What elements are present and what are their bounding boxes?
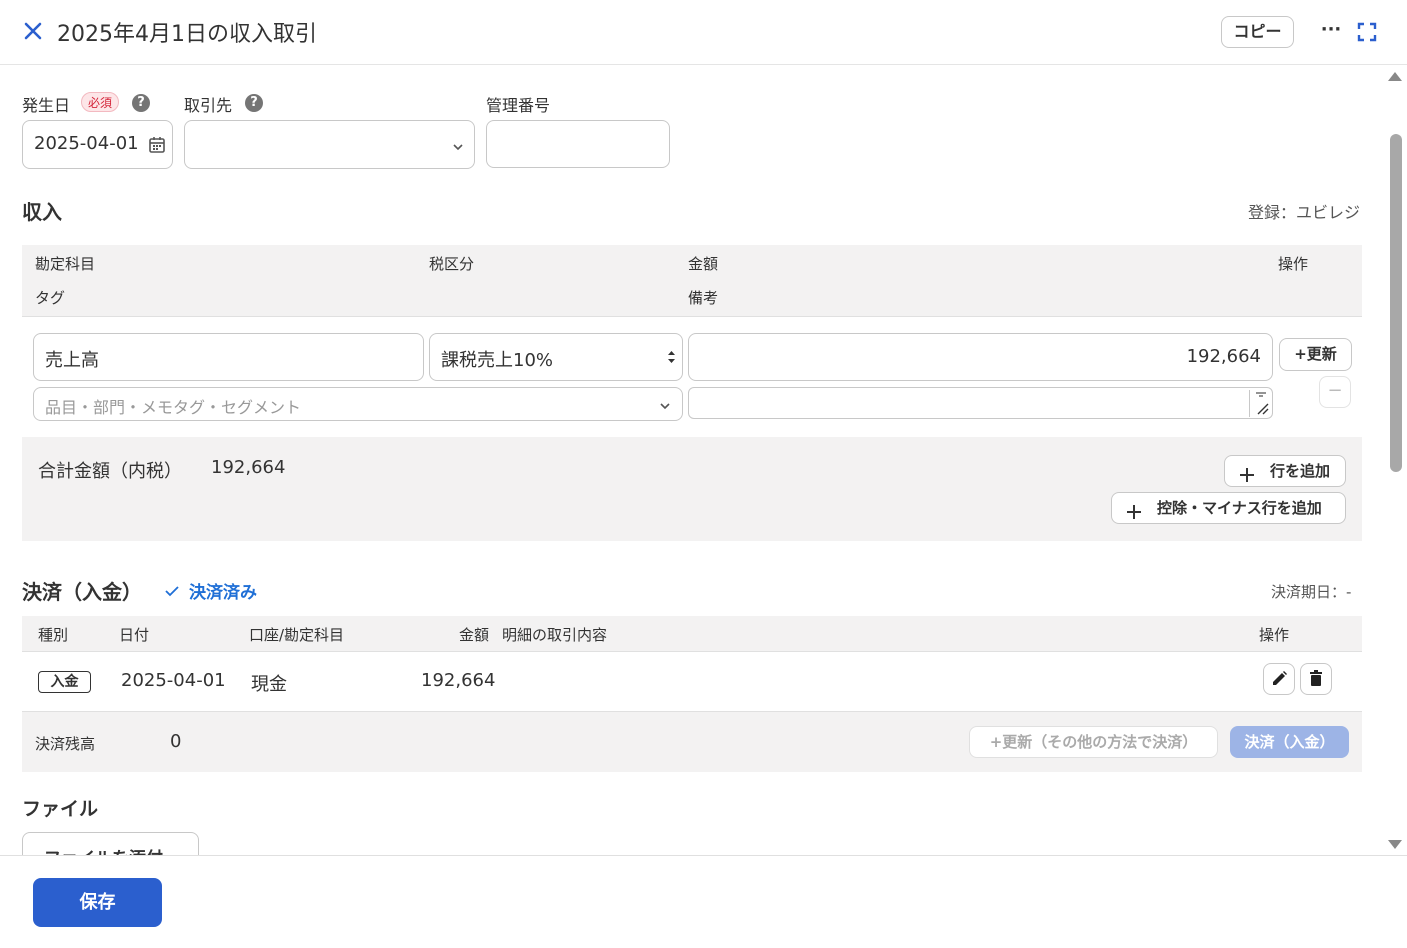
check-icon bbox=[165, 586, 179, 597]
ref-number-input[interactable] bbox=[486, 120, 670, 168]
partner-select[interactable] bbox=[184, 120, 475, 169]
col-tax: 税区分 bbox=[429, 255, 475, 273]
table-row: 入金 2025-04-01 現金 192,664 bbox=[22, 652, 1362, 712]
chevron-down-icon bbox=[658, 398, 672, 417]
date-value: 2025-04-01 bbox=[34, 133, 139, 154]
add-row-button[interactable]: 行を追加 bbox=[1224, 455, 1346, 487]
update-other-method-button[interactable]: +更新（その他の方法で決済） bbox=[969, 726, 1218, 758]
row-account: 現金 bbox=[251, 674, 287, 695]
row-amount: 192,664 bbox=[421, 670, 496, 691]
col-amount: 金額 bbox=[688, 255, 719, 273]
expand-icon[interactable] bbox=[1356, 21, 1378, 43]
select-arrows-icon bbox=[667, 349, 676, 370]
payment-section-title: 決済（入金） bbox=[22, 580, 142, 604]
note-textarea[interactable] bbox=[688, 387, 1273, 419]
col-account: 口座/勘定科目 bbox=[249, 626, 345, 644]
ref-number-label: 管理番号 bbox=[486, 96, 551, 115]
col-ops: 操作 bbox=[1259, 626, 1290, 644]
row-date: 2025-04-01 bbox=[121, 670, 226, 691]
add-minus-row-button[interactable]: 控除・マイナス行を追加 bbox=[1111, 492, 1346, 524]
payment-table-header: 種別 日付 口座/勘定科目 金額 明細の取引内容 操作 bbox=[22, 616, 1362, 652]
date-input[interactable]: 2025-04-01 bbox=[22, 120, 173, 169]
help-icon[interactable]: ? bbox=[132, 94, 150, 112]
pencil-icon bbox=[1273, 671, 1287, 685]
registered-by: 登録：ユビレジ bbox=[1248, 203, 1361, 222]
update-row-button[interactable]: +更新 bbox=[1279, 338, 1352, 371]
attach-file-label: ファイルを添付 bbox=[44, 844, 163, 855]
col-tag: タグ bbox=[35, 289, 66, 307]
close-icon[interactable] bbox=[20, 18, 46, 44]
total-value: 192,664 bbox=[211, 457, 286, 478]
col-date: 日付 bbox=[119, 626, 150, 644]
payment-balance-panel: 決済残高 0 +更新（その他の方法で決済） 決済（入金） bbox=[22, 712, 1362, 772]
col-account: 勘定科目 bbox=[35, 255, 96, 273]
partner-label: 取引先 bbox=[184, 96, 233, 115]
due-date: 決済期日：- bbox=[1271, 583, 1352, 601]
scroll-up-icon[interactable] bbox=[1388, 72, 1402, 81]
col-detail: 明細の取引内容 bbox=[502, 626, 608, 644]
help-icon[interactable]: ? bbox=[245, 94, 263, 112]
save-button[interactable]: 保存 bbox=[33, 878, 162, 927]
files-section-title: ファイル bbox=[22, 798, 99, 820]
col-amount: 金額 bbox=[459, 626, 490, 644]
amount-input[interactable]: 192,664 bbox=[688, 333, 1273, 381]
account-value: 売上高 bbox=[45, 350, 99, 371]
date-label: 発生日 bbox=[22, 96, 71, 115]
status-text: 決済済み bbox=[189, 583, 257, 603]
chevron-down-icon bbox=[451, 138, 465, 159]
required-badge: 必須 bbox=[81, 92, 120, 112]
scroll-down-icon[interactable] bbox=[1388, 840, 1402, 849]
resize-handle-icon[interactable] bbox=[1249, 390, 1271, 417]
type-badge: 入金 bbox=[38, 671, 91, 693]
page-title: 2025年4月1日の収入取引 bbox=[57, 22, 317, 47]
edit-button[interactable] bbox=[1263, 663, 1295, 695]
balance-value: 0 bbox=[170, 731, 182, 752]
copy-button[interactable]: コピー bbox=[1221, 16, 1294, 48]
calendar-icon[interactable] bbox=[148, 135, 166, 159]
settle-button[interactable]: 決済（入金） bbox=[1230, 726, 1349, 758]
income-total-panel: 合計金額（内税） 192,664 行を追加 控除・マイナス行を追加 bbox=[22, 437, 1362, 541]
remove-row-button[interactable]: − bbox=[1319, 376, 1351, 408]
account-input[interactable]: 売上高 bbox=[33, 333, 424, 381]
trash-icon bbox=[1310, 670, 1322, 686]
amount-value: 192,664 bbox=[1186, 346, 1261, 367]
dialog-footer: 保存 bbox=[0, 855, 1407, 948]
tax-select[interactable]: 課税売上10% bbox=[429, 333, 683, 381]
plus-icon bbox=[1126, 500, 1142, 530]
col-ops: 操作 bbox=[1278, 255, 1309, 273]
attach-file-button[interactable]: ファイルを添付 bbox=[22, 832, 199, 855]
tags-placeholder: 品目・部門・メモタグ・セグメント bbox=[45, 398, 302, 417]
scrollbar-thumb[interactable] bbox=[1390, 134, 1402, 472]
income-table-header: 勘定科目 税区分 金額 操作 タグ 備考 bbox=[22, 245, 1362, 317]
tags-select[interactable]: 品目・部門・メモタグ・セグメント bbox=[33, 387, 683, 421]
income-section-title: 収入 bbox=[22, 200, 62, 224]
delete-button[interactable] bbox=[1300, 663, 1332, 695]
total-label: 合計金額（内税） bbox=[38, 461, 182, 482]
more-menu-icon[interactable]: ··· bbox=[1318, 20, 1344, 44]
dialog-header: 2025年4月1日の収入取引 コピー ··· bbox=[0, 0, 1407, 65]
col-type: 種別 bbox=[38, 626, 69, 644]
add-minus-row-label: 控除・マイナス行を追加 bbox=[1157, 499, 1322, 517]
add-row-label: 行を追加 bbox=[1270, 462, 1331, 480]
balance-label: 決済残高 bbox=[35, 735, 96, 753]
dialog-body: 発生日 必須 ? 取引先 ? 管理番号 2025-04-01 収入 登録：ユビレ… bbox=[0, 65, 1385, 855]
tax-value: 課税売上10% bbox=[441, 350, 554, 371]
col-note: 備考 bbox=[688, 289, 719, 307]
plus-icon bbox=[1239, 463, 1255, 493]
